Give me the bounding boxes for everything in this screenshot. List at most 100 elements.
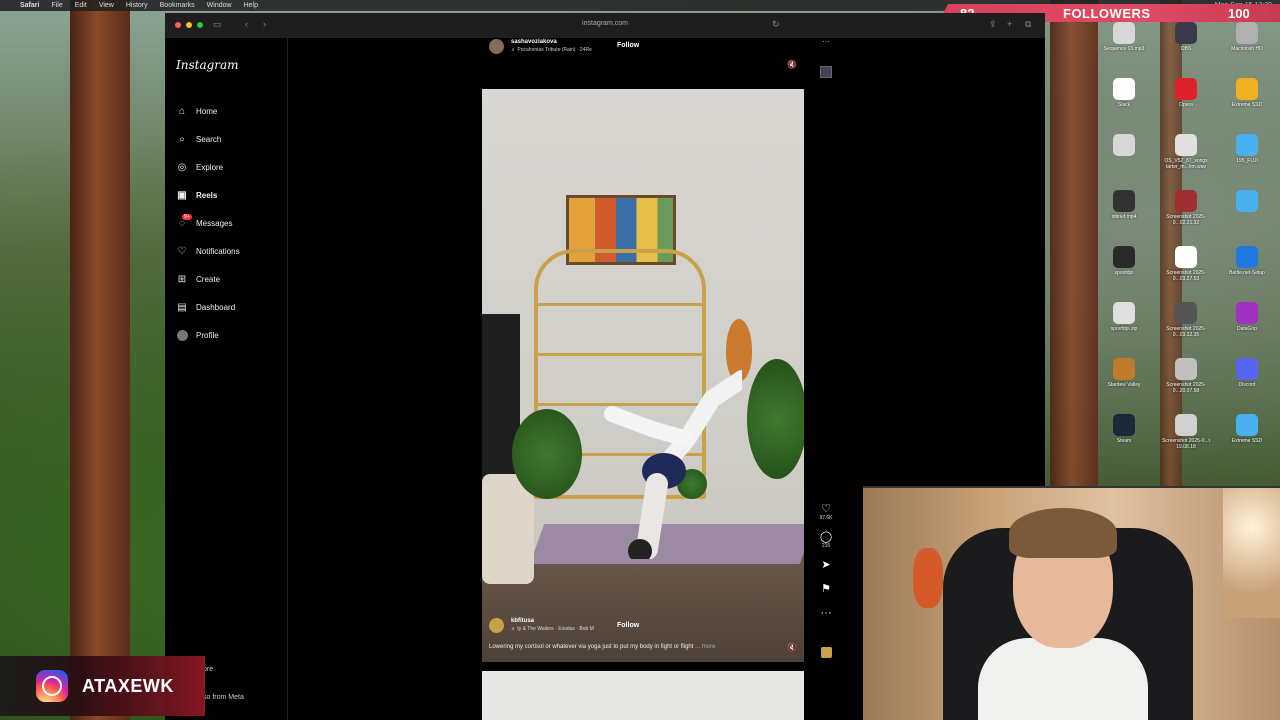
follow-button[interactable]: Follow	[617, 622, 639, 629]
file-icon	[1236, 414, 1258, 436]
instagram-handle: ATAXEWK	[82, 675, 174, 696]
desktop-icon[interactable]: Sequence 03.mp3	[1094, 22, 1154, 52]
menu-edit[interactable]: Edit	[75, 2, 87, 9]
desktop-icon[interactable]: spoofdpi.zip	[1094, 302, 1154, 332]
new-tab-icon[interactable]: +	[1007, 19, 1012, 29]
file-icon	[1175, 414, 1197, 436]
next-reel-preview[interactable]	[482, 671, 804, 720]
file-icon	[1236, 358, 1258, 380]
menu-bookmarks[interactable]: Bookmarks	[160, 2, 195, 9]
nav-dashboard[interactable]: ▤ Dashboard	[176, 293, 240, 321]
caption-more-link[interactable]: ... more	[695, 644, 715, 650]
nav-messages[interactable]: ◌ 9+ Messages	[176, 209, 240, 237]
mute-icon[interactable]: 🔇	[787, 60, 797, 69]
reel-audio[interactable]: ♬ ty & The Wailers · Exodus · Bob M	[511, 626, 594, 632]
file-icon	[1175, 190, 1197, 212]
file-icon	[1113, 78, 1135, 100]
heart-icon: ♡	[177, 245, 187, 257]
menu-window[interactable]: Window	[207, 2, 232, 9]
menu-help[interactable]: Help	[244, 2, 258, 9]
reload-icon[interactable]: ↻	[772, 19, 780, 30]
share-icon[interactable]: ➤	[821, 559, 830, 571]
desktop-icon[interactable]: Extreme SSD	[1217, 78, 1277, 108]
more-options-icon[interactable]: ···	[821, 607, 832, 619]
menu-file[interactable]: File	[51, 2, 62, 9]
reel-username[interactable]: sashavoziakova	[511, 39, 557, 45]
nav-create[interactable]: ⊞ Create	[176, 265, 240, 293]
desktop-icon[interactable]: OS_V52_87_songs tarter_m...#m.wav	[1156, 134, 1216, 170]
desktop-icon-label: Steam	[1116, 438, 1132, 444]
desktop-icon[interactable]: inbrief.mp4	[1094, 190, 1154, 220]
mute-icon[interactable]: 🔇	[787, 643, 797, 652]
user-avatar[interactable]	[489, 618, 504, 633]
audio-thumbnail[interactable]	[820, 66, 832, 78]
file-icon	[1113, 302, 1135, 324]
desktop-icon-label: Screenshot 2025-0...02.21.32	[1166, 214, 1206, 226]
desktop-icon[interactable]: Opera	[1156, 78, 1216, 108]
instagram-logo[interactable]: Instagram	[176, 58, 239, 72]
nav-label: Home	[196, 106, 218, 116]
reel-header: sashavoziakova ♬ Pocahontas Tribute (Rai…	[489, 37, 830, 65]
follow-button[interactable]: Follow	[617, 42, 639, 49]
desktop-icon[interactable]: spoofdpi	[1094, 246, 1154, 276]
desktop-icon[interactable]: Screenshot 2025-0...20.07.58	[1156, 358, 1216, 394]
menu-view[interactable]: View	[99, 2, 114, 9]
desktop-icon[interactable]: DataGrip	[1217, 302, 1277, 332]
reel-audio[interactable]: ♬ Pocahontas Tribute (Rain) · 24Re	[511, 47, 592, 53]
file-icon	[1113, 414, 1135, 436]
save-icon[interactable]: ⚑	[821, 583, 831, 595]
file-icon	[1175, 78, 1197, 100]
nav-explore[interactable]: ◎ Explore	[176, 153, 240, 181]
audio-thumbnail[interactable]	[821, 647, 832, 658]
desktop-icon[interactable]: Extreme SSD	[1217, 414, 1277, 444]
desktop-icon[interactable]: Battle.net-Setup	[1217, 246, 1277, 276]
reels-icon: ▣	[177, 189, 187, 201]
file-icon	[1175, 246, 1197, 268]
like-count: 97.6K	[819, 515, 833, 521]
plus-square-icon: ⊞	[177, 273, 187, 285]
desktop-icon[interactable]	[1217, 190, 1277, 214]
home-icon: ⌂	[178, 105, 186, 117]
address-bar[interactable]: instagram.com	[165, 20, 1045, 27]
desktop-icon[interactable]: Screenshot 2025-0...t 19.08.18	[1156, 414, 1216, 450]
desktop-icon[interactable]: 195_FUJI	[1217, 134, 1277, 164]
desktop-icon-label: OBS	[1180, 46, 1192, 52]
also-from-meta[interactable]: so from Meta	[203, 694, 244, 701]
desktop-icon[interactable]: Stardew Valley	[1094, 358, 1154, 388]
menu-history[interactable]: History	[126, 2, 148, 9]
comment-icon[interactable]: ◯	[820, 531, 832, 543]
tabs-overview-icon[interactable]: ⧉	[1025, 19, 1031, 30]
file-icon	[1236, 78, 1258, 100]
desktop-icon[interactable]	[1094, 134, 1154, 158]
file-icon	[1236, 134, 1258, 156]
nav-home[interactable]: ⌂ Home	[176, 97, 240, 125]
desktop-icon-label: Macintosh HD	[1231, 46, 1263, 52]
desktop-icon[interactable]: Macintosh HD	[1217, 22, 1277, 52]
like-icon[interactable]: ♡	[821, 503, 831, 515]
desktop-icon[interactable]: Screenshot 2025-0...03.27.53	[1156, 246, 1216, 282]
followers-goal: 100	[1228, 5, 1250, 21]
followers-label: FOLLOWERS	[1063, 5, 1151, 21]
desktop-icon[interactable]: Slack	[1094, 78, 1154, 108]
share-icon[interactable]: ⇪	[989, 19, 997, 30]
desktop-icon-label: Stardew Valley	[1107, 382, 1141, 388]
more-options-icon[interactable]: ···	[822, 37, 830, 46]
desktop-icon[interactable]: Screenshot 2025-0...03.32.35	[1156, 302, 1216, 338]
reel-username[interactable]: kbfitusa	[511, 618, 534, 624]
profile-avatar	[176, 329, 188, 341]
compass-icon: ◎	[177, 161, 187, 173]
desktop-icon[interactable]: Screenshot 2025-0...02.21.32	[1156, 190, 1216, 226]
nav-profile[interactable]: Profile	[176, 321, 240, 349]
reel-video[interactable]	[482, 89, 804, 662]
nav-notifications[interactable]: ♡ Notifications	[176, 237, 240, 265]
desktop-icon[interactable]: Steam	[1094, 414, 1154, 444]
desktop-icon-label: 195_FUJI	[1236, 158, 1258, 164]
nav-reels[interactable]: ▣ Reels	[176, 181, 240, 209]
desktop-icon[interactable]: Discord	[1217, 358, 1277, 388]
desktop-icon[interactable]: OBS	[1156, 22, 1216, 52]
desktop-icon-label: DataGrip	[1236, 326, 1257, 332]
user-avatar[interactable]	[489, 39, 504, 54]
menu-app-name[interactable]: Safari	[20, 2, 39, 9]
file-icon	[1175, 302, 1197, 324]
nav-search[interactable]: ⌕ Search	[176, 125, 240, 153]
